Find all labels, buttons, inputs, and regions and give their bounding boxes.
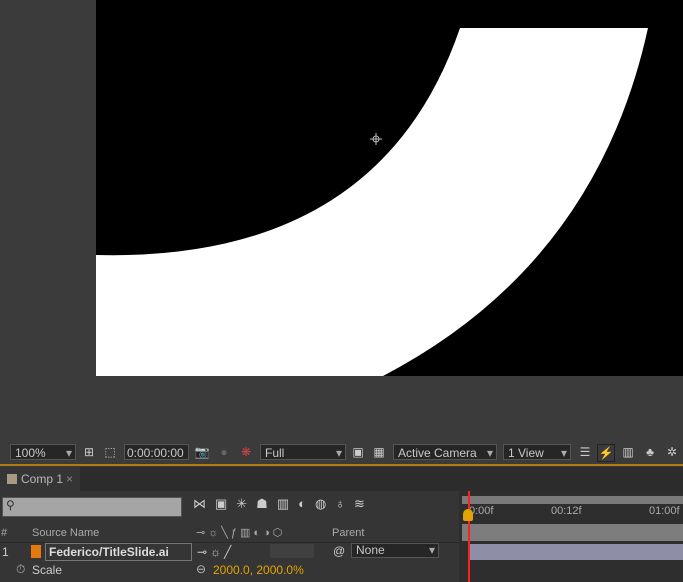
tab-label: Comp 1 bbox=[21, 472, 64, 486]
pixel-aspect-icon[interactable]: ☰ bbox=[577, 444, 593, 460]
tab-comp-1[interactable]: Comp 1 × bbox=[0, 467, 80, 491]
comp-color-swatch bbox=[7, 474, 17, 484]
pickwhip-icon[interactable]: @ bbox=[333, 544, 345, 558]
layer-switches[interactable]: ⊸☼╱ bbox=[197, 545, 234, 559]
timecode-field[interactable]: 0:00:00:00 bbox=[124, 444, 189, 460]
safe-zones-icon[interactable]: ⊞ bbox=[81, 444, 97, 460]
camera-dropdown[interactable]: Active Camera bbox=[393, 444, 497, 461]
transparency-grid-icon[interactable]: ▦ bbox=[371, 444, 387, 460]
close-tab-button[interactable]: × bbox=[66, 467, 73, 491]
col-source-name: Source Name bbox=[32, 527, 100, 539]
mask-visibility-icon[interactable]: ⬚ bbox=[102, 444, 118, 460]
panel-tab-bar: Comp 1 × bbox=[0, 467, 683, 491]
constrain-proportions-icon[interactable]: ⊖ bbox=[196, 562, 206, 576]
snapshot-icon[interactable]: 📷 bbox=[194, 444, 210, 460]
property-row: ⏱ Scale ⊖ 2000.0, 2000.0% bbox=[0, 561, 459, 579]
region-of-interest-icon[interactable]: ▣ bbox=[350, 444, 366, 460]
anchor-point-icon bbox=[370, 133, 382, 145]
composition-viewer[interactable] bbox=[96, 0, 683, 376]
ruler-label: 00:12f bbox=[551, 505, 582, 517]
timeline-panel: ⚲ ⋈▣✳☗▥◐◍♁≋ 0:00f 00:12f 01:00f # Source… bbox=[0, 491, 683, 582]
white-arc-shape bbox=[96, 28, 648, 376]
exposure-icon[interactable]: ✲ bbox=[664, 444, 680, 460]
stopwatch-icon[interactable]: ⏱ bbox=[16, 562, 25, 577]
layer-range-bar bbox=[462, 524, 683, 541]
timeline-switches[interactable]: ⋈▣✳☗▥◐◍♁≋ bbox=[193, 496, 374, 512]
search-icon: ⚲ bbox=[6, 498, 15, 512]
layer-row[interactable]: 1 Federico/TitleSlide.ai ⊸☼╱ @ None bbox=[0, 543, 459, 561]
view-layout-dropdown[interactable]: 1 View bbox=[503, 444, 571, 461]
current-time-indicator[interactable] bbox=[463, 509, 473, 521]
scale-value[interactable]: 2000.0, 2000.0% bbox=[213, 563, 304, 577]
col-parent: Parent bbox=[332, 527, 365, 539]
fast-previews-icon[interactable]: ⚡ bbox=[597, 444, 615, 462]
col-num: # bbox=[1, 527, 8, 539]
ruler-label: 01:00f bbox=[649, 505, 680, 517]
viewer-toolbar: 100% ⊞ ⬚ 0:00:00:00 📷 ● ❋ Full ▣ ▦ Activ… bbox=[0, 441, 683, 466]
search-input[interactable]: ⚲ bbox=[2, 497, 182, 517]
layer-duration-bar[interactable] bbox=[468, 544, 683, 560]
zoom-dropdown[interactable]: 100% bbox=[10, 444, 76, 461]
layer-name-field[interactable]: Federico/TitleSlide.ai bbox=[45, 543, 192, 561]
layer-switch-boxes[interactable] bbox=[270, 544, 314, 558]
column-headers: # Source Name ⊸☼╲ƒ▥◐◑⬡ Parent bbox=[0, 524, 459, 543]
channels-icon[interactable]: ❋ bbox=[238, 444, 254, 460]
time-graph[interactable]: 0:00f 00:12f 01:00f bbox=[459, 491, 683, 582]
layer-index: 1 bbox=[2, 545, 9, 559]
property-name: Scale bbox=[32, 563, 63, 577]
switch-column-icons: ⊸☼╲ƒ▥◐◑⬡ bbox=[196, 527, 286, 539]
illustrator-file-icon bbox=[31, 545, 41, 558]
playhead[interactable] bbox=[468, 491, 470, 582]
flowchart-icon[interactable]: ♣ bbox=[642, 444, 658, 460]
show-snapshot-icon[interactable]: ● bbox=[216, 444, 232, 460]
work-area-bar[interactable] bbox=[462, 496, 683, 504]
parent-dropdown[interactable]: None bbox=[351, 543, 439, 558]
resolution-dropdown[interactable]: Full bbox=[260, 444, 346, 461]
timeline-icon[interactable]: ▥ bbox=[620, 444, 636, 460]
